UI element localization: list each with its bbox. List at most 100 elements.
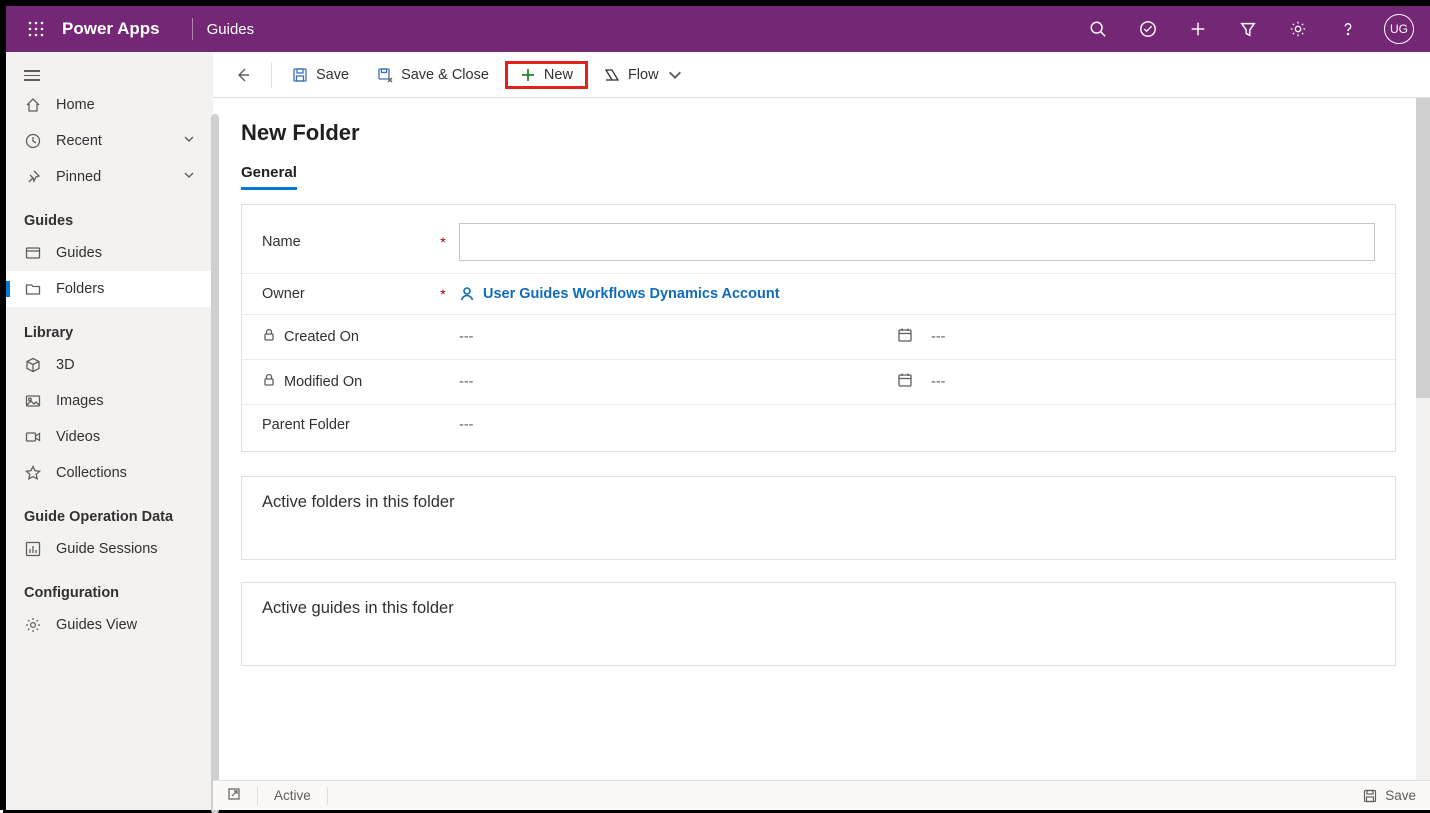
lock-icon [262, 373, 276, 391]
section-title-active-folders: Active folders in this folder [242, 477, 1395, 528]
sidebar-item-label: Recent [56, 133, 102, 149]
field-modified-on: Modified On --- --- [242, 360, 1395, 405]
sidebar-item-label: 3D [56, 357, 75, 373]
chevron-down-icon [183, 133, 195, 149]
app-header: Power Apps Guides UG [6, 6, 1430, 52]
owner-value: User Guides Workflows Dynamics Account [483, 286, 780, 302]
avatar[interactable]: UG [1384, 14, 1414, 44]
new-label: New [544, 67, 573, 83]
sidebar-heading-opdata: Guide Operation Data [6, 491, 213, 531]
required-indicator: * [437, 234, 449, 250]
parent-label: Parent Folder [262, 417, 350, 433]
sidebar-item-folders[interactable]: Folders [6, 271, 213, 307]
new-button[interactable]: New [505, 61, 588, 89]
sidebar-item-home[interactable]: Home [6, 87, 213, 123]
page-title: New Folder [241, 120, 1396, 146]
lock-icon [262, 328, 276, 346]
content-scrollbar-track[interactable] [1416, 98, 1430, 780]
sidebar-heading-guides: Guides [6, 195, 213, 235]
image-icon [24, 392, 42, 410]
filter-icon[interactable] [1226, 6, 1270, 52]
footer-save-button[interactable]: Save [1363, 788, 1416, 803]
section-title-active-guides: Active guides in this folder [242, 583, 1395, 634]
calendar-icon[interactable] [897, 372, 913, 392]
owner-lookup[interactable]: User Guides Workflows Dynamics Account [459, 286, 780, 302]
save-button[interactable]: Save [280, 61, 361, 89]
star-icon [24, 464, 42, 482]
status-separator [327, 787, 328, 805]
sidebar-heading-config: Configuration [6, 567, 213, 607]
name-input[interactable] [459, 223, 1375, 261]
home-icon [24, 96, 42, 114]
field-parent-folder: Parent Folder --- [242, 405, 1395, 445]
sidebar-item-label: Home [56, 97, 95, 113]
calendar-icon[interactable] [897, 327, 913, 347]
sidebar-item-label: Folders [56, 281, 104, 297]
form-panel: Name * Owner * User Guides Workflows Dyn… [241, 204, 1396, 452]
tab-general[interactable]: General [241, 164, 297, 190]
status-separator [257, 787, 258, 805]
sidebar-item-label: Guides View [56, 617, 137, 633]
cube-icon [24, 356, 42, 374]
app-name[interactable]: Power Apps [62, 19, 160, 39]
task-icon[interactable] [1126, 6, 1170, 52]
sidebar-toggle[interactable] [6, 64, 213, 87]
modified-time-value: --- [931, 374, 946, 390]
clock-icon [24, 132, 42, 150]
save-icon [1363, 789, 1377, 803]
sidebar-item-pinned[interactable]: Pinned [6, 159, 213, 195]
sidebar-item-label: Videos [56, 429, 100, 445]
breadcrumb[interactable]: Guides [207, 21, 255, 38]
save-label: Save [316, 67, 349, 83]
sidebar-heading-library: Library [6, 307, 213, 347]
header-divider [192, 18, 193, 40]
back-button[interactable] [223, 61, 263, 89]
sidebar-item-collections[interactable]: Collections [6, 455, 213, 491]
panel-active-folders: Active folders in this folder [241, 476, 1396, 560]
footer-save-label: Save [1385, 788, 1416, 803]
field-name: Name * [242, 211, 1395, 274]
field-owner: Owner * User Guides Workflows Dynamics A… [242, 274, 1395, 315]
required-indicator: * [437, 286, 449, 302]
popout-icon[interactable] [227, 787, 241, 804]
flow-label: Flow [628, 67, 659, 83]
person-icon [459, 286, 475, 302]
created-time-value: --- [931, 329, 946, 345]
app-launcher-icon[interactable] [18, 21, 54, 37]
parent-value: --- [459, 417, 474, 433]
chevron-down-icon [667, 67, 683, 83]
owner-label: Owner [262, 286, 305, 302]
sidebar-item-guides[interactable]: Guides [6, 235, 213, 271]
search-icon[interactable] [1076, 6, 1120, 52]
field-created-on: Created On --- --- [242, 315, 1395, 360]
save-close-label: Save & Close [401, 67, 489, 83]
hamburger-icon [24, 70, 195, 81]
plus-icon[interactable] [1176, 6, 1220, 52]
gear-icon[interactable] [1276, 6, 1320, 52]
modified-label: Modified On [284, 374, 362, 390]
created-date-value: --- [459, 329, 879, 345]
chart-icon [24, 540, 42, 558]
video-icon [24, 428, 42, 446]
sidebar-item-guides-view[interactable]: Guides View [6, 607, 213, 643]
window-icon [24, 244, 42, 262]
content-scrollbar-thumb[interactable] [1416, 98, 1430, 398]
status-bar: Active Save [213, 780, 1430, 810]
sidebar-item-images[interactable]: Images [6, 383, 213, 419]
sidebar-item-label: Collections [56, 465, 127, 481]
sidebar-item-3d[interactable]: 3D [6, 347, 213, 383]
modified-date-value: --- [459, 374, 879, 390]
command-bar: Save Save & Close New Flow [213, 52, 1430, 98]
name-label: Name [262, 234, 301, 250]
sidebar-item-guide-sessions[interactable]: Guide Sessions [6, 531, 213, 567]
save-close-button[interactable]: Save & Close [365, 61, 501, 89]
chevron-down-icon [183, 169, 195, 185]
sidebar-item-label: Images [56, 393, 104, 409]
sidebar-item-videos[interactable]: Videos [6, 419, 213, 455]
sidebar-item-recent[interactable]: Recent [6, 123, 213, 159]
flow-button[interactable]: Flow [592, 61, 695, 89]
gear-icon [24, 616, 42, 634]
panel-active-guides: Active guides in this folder [241, 582, 1396, 666]
folder-icon [24, 280, 42, 298]
help-icon[interactable] [1326, 6, 1370, 52]
